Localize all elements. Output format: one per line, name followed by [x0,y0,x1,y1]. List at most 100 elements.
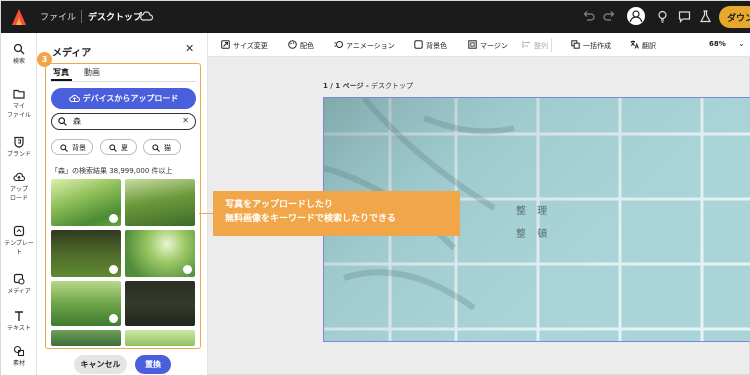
annotation-callout: 写真をアップロードしたり 無料画像をキーワードで検索したりできる [213,191,460,236]
page-label: 1 / 1 ページ - デスクトップ [323,81,413,91]
cancel-button[interactable]: キャンセル [74,355,127,374]
palette-icon [288,40,297,49]
comment-icon[interactable] [677,9,692,24]
image-thumbnail[interactable] [51,230,121,277]
rail-item-text[interactable]: テキスト [1,310,37,333]
file-menu[interactable]: ファイル [40,10,76,23]
adobe-express-logo-icon[interactable] [11,8,27,26]
search-icon [60,144,68,152]
image-thumbnail[interactable] [125,330,195,346]
page-name: デスクトップ [368,82,414,90]
tool-label: アニメーション [346,42,395,50]
rail-item-my-files[interactable]: マイ ファイル [1,88,37,120]
tool-label: 一括作成 [583,42,611,50]
bulk-create-icon [571,40,580,49]
search-result-count: 「森」の検索結果 38,999,000 件以上 [51,167,173,175]
context-toolbar: サイズ変更 配色 アニメーション 背景色 マージン 整列 一括作成 翻訳 68%… [208,33,750,57]
suggestion-chip[interactable]: 背景 [51,139,93,155]
image-thumbnail[interactable] [125,281,195,326]
tab-active-indicator [51,79,72,81]
rail-item-elements[interactable]: 素材 [1,345,37,368]
rail-label: マイ ファイル [6,103,31,119]
redo-icon[interactable] [602,9,617,24]
media-panel: メディア ✕ 3 写真 動画 デバイスからアップロード 森 ✕ 背景 夏 猫 「… [37,33,208,375]
tab-divider [51,81,196,82]
premium-badge-icon [109,314,118,323]
animation-tool[interactable]: アニメーション [334,40,395,51]
rail-label: 検索 [12,58,25,65]
premium-badge-icon [183,265,192,274]
avatar[interactable] [627,7,645,25]
tool-label: サイズ変更 [233,42,268,50]
image-thumbnail[interactable] [51,281,121,326]
suggestion-chip[interactable]: 夏 [100,139,137,155]
brand-icon [14,136,24,148]
align-icon [522,41,530,48]
animation-icon [334,41,343,48]
image-thumbnail[interactable] [125,230,195,277]
color-scheme-tool[interactable]: 配色 [288,40,314,51]
bulk-create-tool[interactable]: 一括作成 [571,40,611,51]
callout-line1: 写真をアップロードしたり [225,200,334,210]
margin-icon [468,40,477,49]
replace-button[interactable]: 置換 [135,355,171,374]
rail-label: メディア [7,288,31,295]
search-value: 森 [73,117,81,126]
user-icon [629,10,643,23]
image-thumbnail[interactable] [51,179,121,226]
chip-label: 猫 [164,144,171,152]
background-color-tool[interactable]: 背景色 [414,40,447,51]
rail-item-templates[interactable]: テンプレー ト [1,225,37,257]
image-thumbnail[interactable] [125,179,195,226]
bg-color-icon [414,40,423,49]
page-number: 1 / 1 ページ - [323,82,369,90]
premium-badge-icon [109,265,118,274]
tool-label: マージン [480,42,508,50]
translate-icon [630,40,639,49]
callout-line2: 無料画像をキーワードで検索したりできる [225,214,396,224]
tab-photos[interactable]: 写真 [53,67,69,78]
panel-title: メディア [52,48,92,59]
flask-icon[interactable] [698,9,713,24]
image-thumbnail[interactable] [51,330,121,346]
toolbar-divider [551,38,552,52]
undo-icon[interactable] [581,9,596,24]
rail-item-upload[interactable]: アップ ロード [1,171,37,203]
tab-videos[interactable]: 動画 [84,67,100,78]
cloud-icon [140,11,153,21]
rail-item-search[interactable]: 検索 [1,43,37,66]
left-rail: 検索 マイ ファイル ブランド アップ ロード テンプレー ト メディア テキス… [1,33,37,375]
align-tool[interactable]: 整列 [522,40,548,51]
rail-item-brand[interactable]: ブランド [1,136,37,159]
callout-connector [199,213,213,214]
tool-label: 整列 [534,42,548,50]
rail-label: アップ ロード [9,186,28,202]
upload-icon [13,172,25,182]
chip-label: 背景 [72,144,86,152]
canvas-text-line2[interactable]: 整 頓 [516,225,551,240]
divider [81,10,82,23]
media-icon [13,273,25,285]
chevron-down-icon[interactable]: ⌄ [738,39,745,48]
translate-tool[interactable]: 翻訳 [630,40,656,51]
step-badge: 3 [37,52,52,67]
resize-icon [221,40,230,49]
resize-tool[interactable]: サイズ変更 [221,40,268,51]
upload-from-device-button[interactable]: デバイスからアップロード [51,88,196,109]
rail-label: 素材 [12,360,25,367]
lightbulb-icon[interactable] [655,9,670,24]
margin-tool[interactable]: マージン [468,40,508,51]
zoom-level[interactable]: 68% [709,40,726,48]
search-icon [109,144,117,152]
rail-item-media[interactable]: メディア [1,273,37,296]
suggestion-chip[interactable]: 猫 [143,139,181,155]
search-input[interactable]: 森 ✕ [51,113,196,130]
clear-search-icon[interactable]: ✕ [182,116,189,125]
close-icon[interactable]: ✕ [185,42,194,55]
elements-icon [13,345,25,357]
download-button[interactable]: ダウン [719,6,750,28]
cloud-upload-icon [68,94,80,102]
location-label[interactable]: デスクトップ [88,10,142,23]
canvas-text-line1[interactable]: 整 理 [516,202,551,217]
chip-label: 夏 [121,144,128,152]
